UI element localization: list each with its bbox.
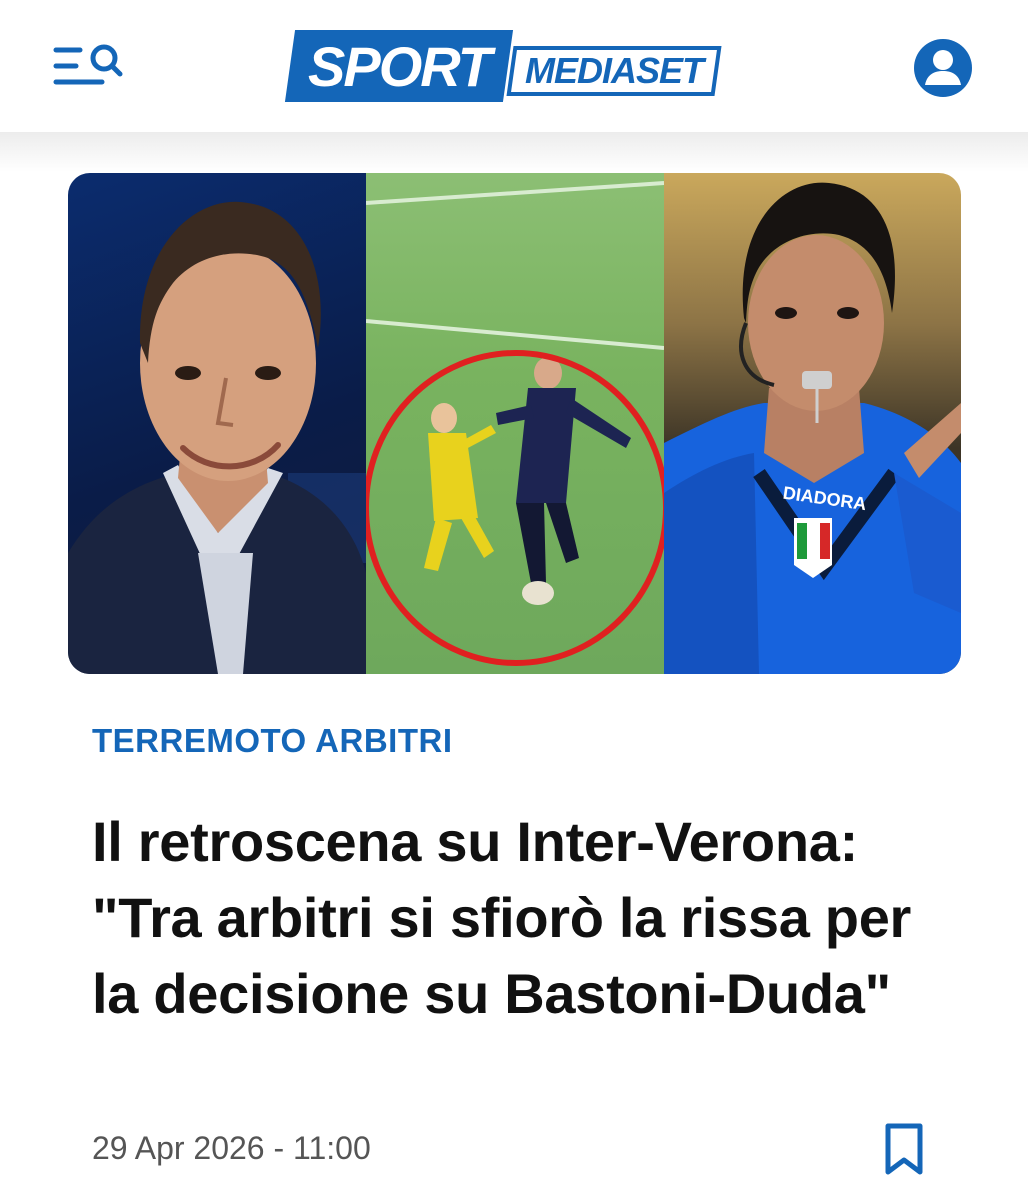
article-page: SPORT MEDIASET DIADORA TERREMOTO ARBITRI… [0, 0, 1028, 1199]
site-logo[interactable]: SPORT MEDIASET [284, 26, 726, 106]
match-incident-image [366, 173, 664, 674]
top-bar: SPORT MEDIASET [0, 0, 1028, 132]
article-date: 29 Apr 2026 - 11:00 [92, 1130, 371, 1166]
logo-mediaset-block: MEDIASET [506, 46, 722, 96]
user-account-icon[interactable] [913, 38, 973, 98]
logo-mediaset-text: MEDIASET [524, 50, 703, 91]
logo-sport-text: SPORT [308, 34, 490, 98]
logo-sport-block: SPORT [284, 30, 514, 102]
pundit-portrait-image [68, 173, 366, 674]
article-category[interactable]: TERREMOTO ARBITRI [92, 722, 792, 772]
header-shadow [0, 132, 1028, 172]
bookmark-icon[interactable] [880, 1122, 928, 1178]
menu-search-icon[interactable] [50, 40, 126, 92]
referee-portrait-image: DIADORA [664, 173, 961, 674]
article-image[interactable]: DIADORA [68, 173, 961, 674]
article-title[interactable]: Il retroscena su Inter-Verona: "Tra arbi… [92, 804, 952, 1032]
